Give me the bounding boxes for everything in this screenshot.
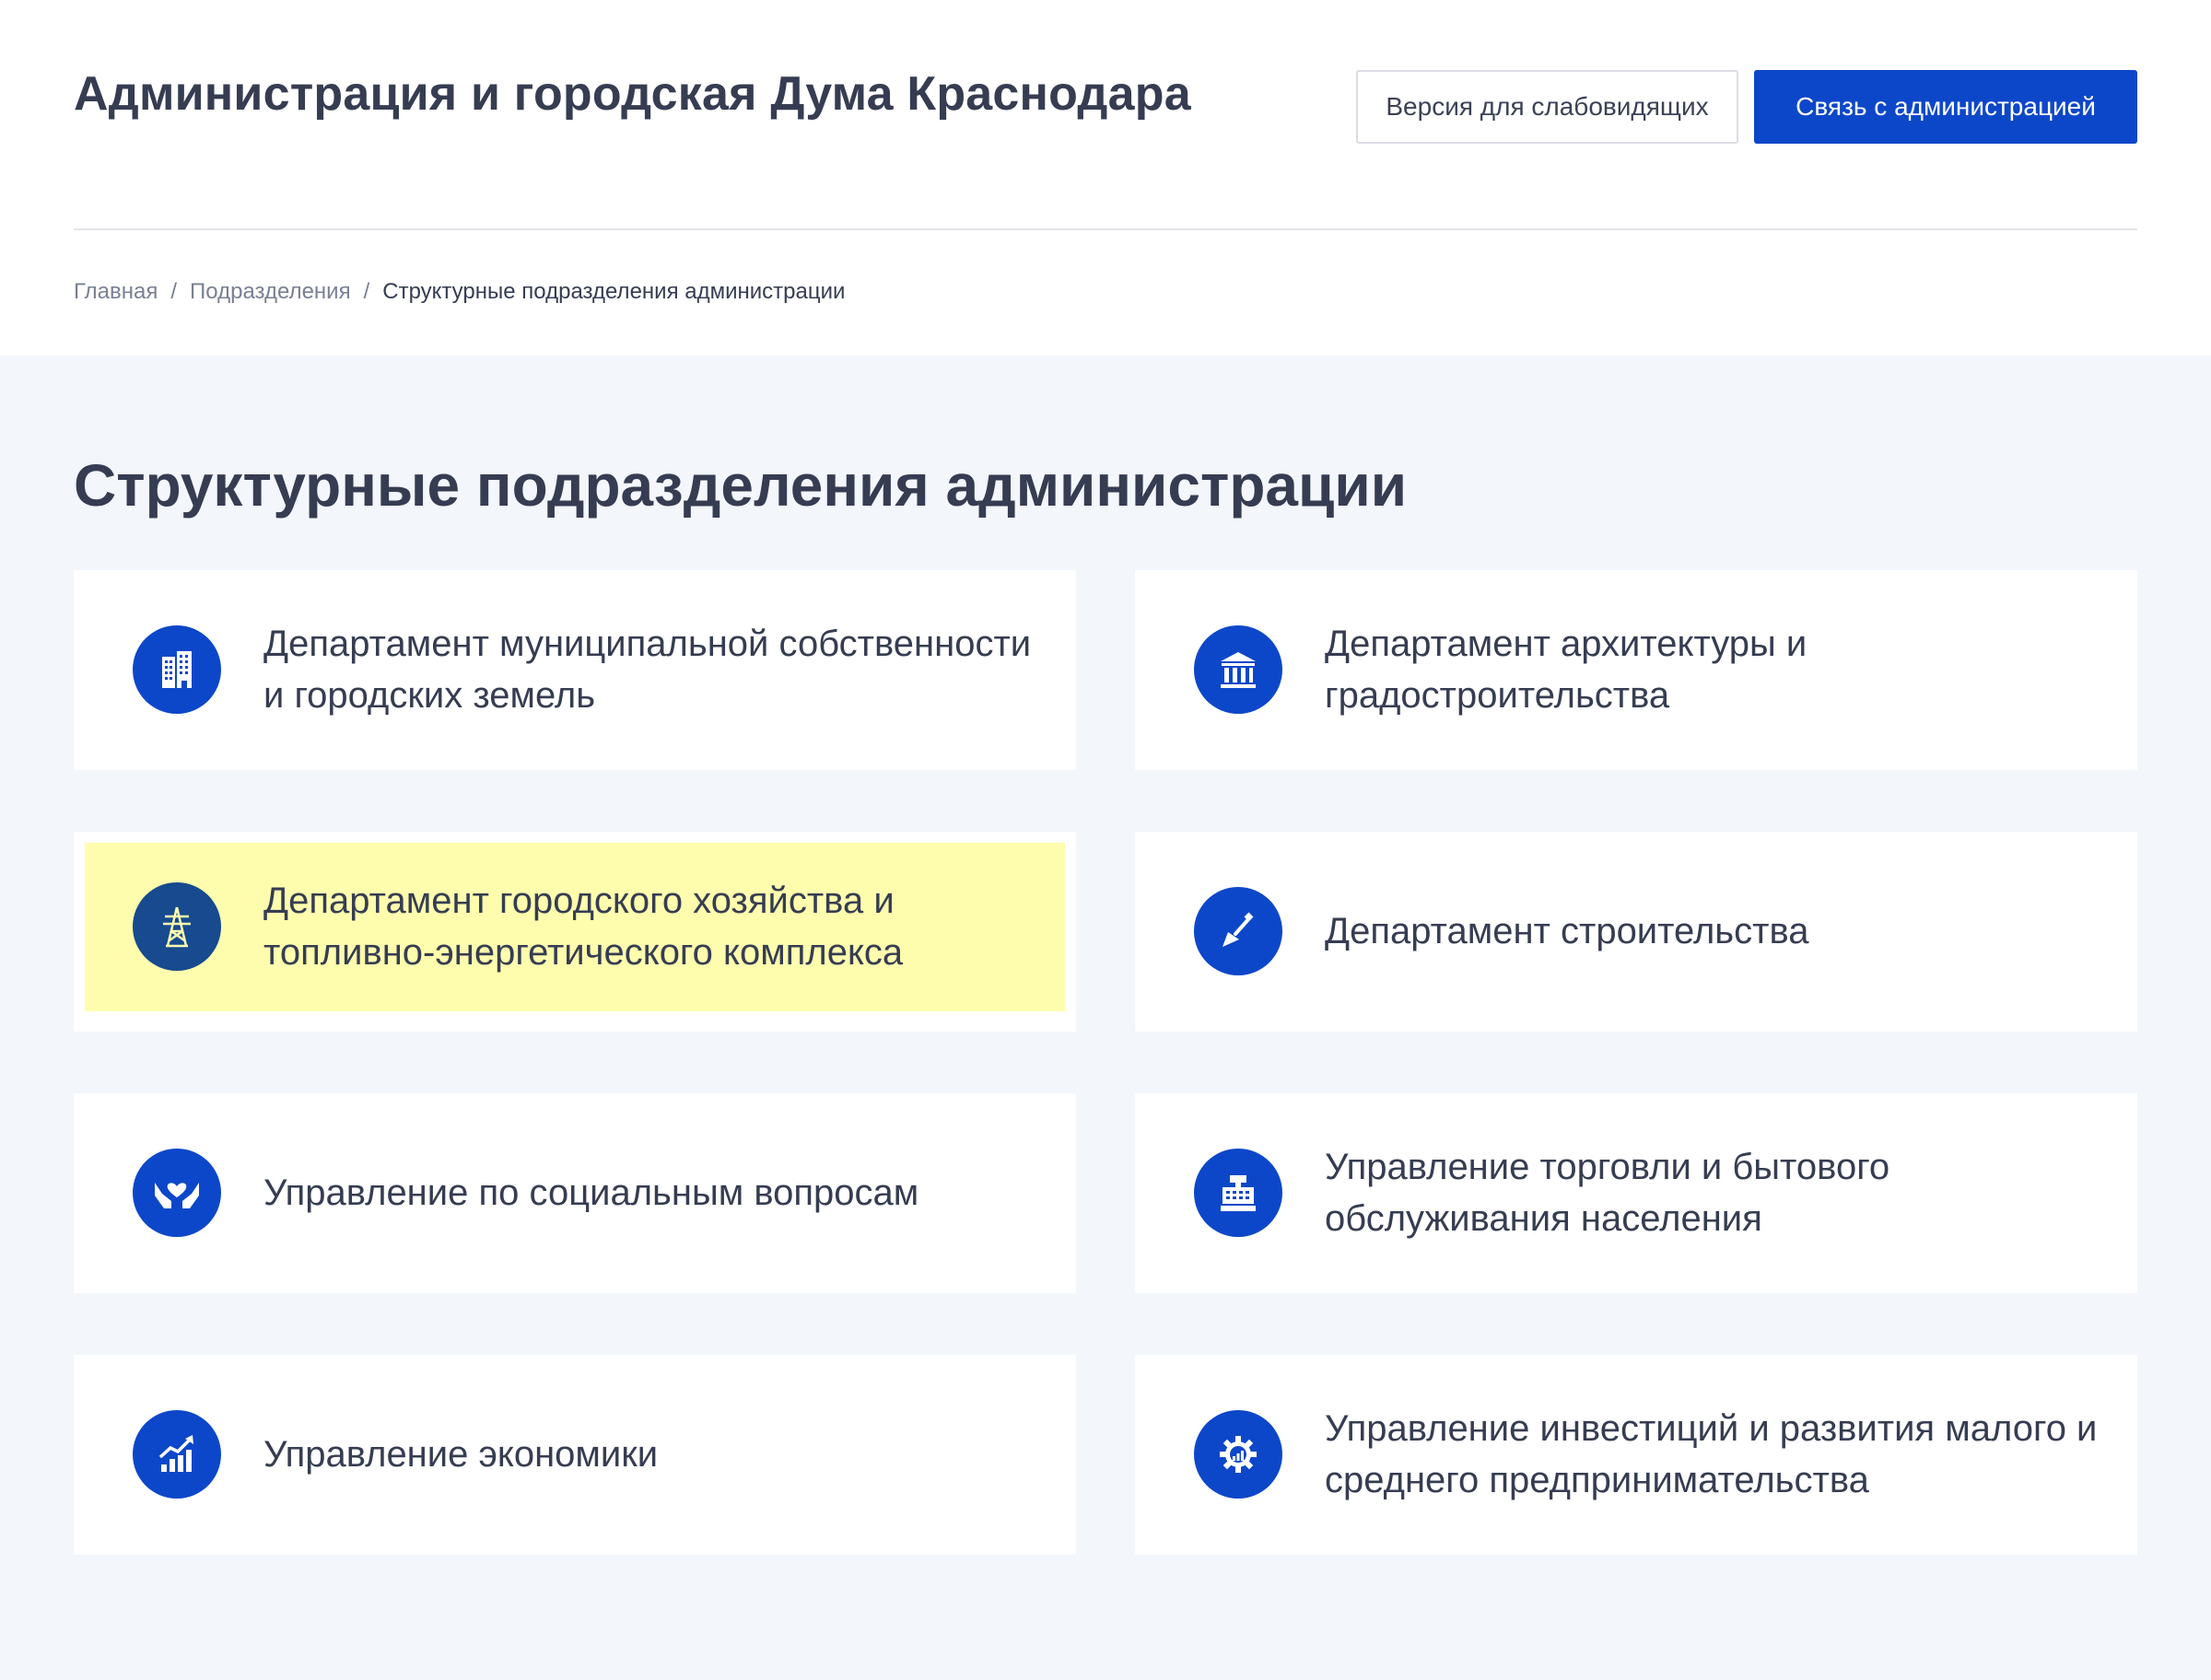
trowel-icon bbox=[1194, 887, 1282, 975]
buildings-icon bbox=[133, 625, 221, 714]
card-label: Управление инвестиций и развития малого … bbox=[1325, 1408, 2098, 1500]
header-divider bbox=[74, 228, 2137, 230]
breadcrumb-divisions-link[interactable]: Подразделения bbox=[190, 279, 351, 305]
caring-hands-icon bbox=[133, 1149, 221, 1237]
breadcrumb-separator: / bbox=[170, 279, 178, 304]
department-card[interactable]: Управление экономики bbox=[74, 1355, 1076, 1555]
gear-chart-icon bbox=[1194, 1410, 1282, 1499]
low-vision-button[interactable]: Версия для слабовидящих bbox=[1356, 70, 1738, 144]
columns-building-icon bbox=[1194, 625, 1282, 714]
contact-administration-button[interactable]: Связь с администрацией bbox=[1754, 70, 2137, 144]
department-card[interactable]: Управление торговли и бытового обслужива… bbox=[1135, 1093, 2137, 1293]
card-label: Управление экономики bbox=[263, 1434, 659, 1475]
cash-register-icon bbox=[1194, 1149, 1282, 1237]
site-title[interactable]: Администрация и городская Дума Краснодар… bbox=[74, 66, 1191, 122]
card-label: Департамент строительства bbox=[1325, 911, 1809, 951]
header: Администрация и городская Дума Краснодар… bbox=[0, 0, 2211, 356]
growth-chart-icon bbox=[133, 1410, 221, 1499]
card-label: Департамент городского хозяйства и топли… bbox=[263, 881, 904, 973]
breadcrumb-separator: / bbox=[363, 279, 370, 304]
breadcrumb: Главная / Подразделения / Структурные по… bbox=[74, 279, 845, 305]
department-card[interactable]: Департамент архитектуры и градостроитель… bbox=[1135, 570, 2137, 770]
department-card[interactable]: Департамент строительства bbox=[1135, 832, 2137, 1032]
page-title: Структурные подразделения администрации bbox=[74, 452, 1408, 519]
card-label: Департамент муниципальной собственности … bbox=[263, 624, 1032, 716]
card-label: Департамент архитектуры и градостроитель… bbox=[1325, 624, 1807, 716]
power-tower-icon bbox=[133, 882, 221, 971]
breadcrumb-current: Структурные подразделения администрации bbox=[382, 279, 846, 304]
card-label: Управление по социальным вопросам bbox=[263, 1172, 919, 1213]
department-card[interactable]: Управление по социальным вопросам bbox=[74, 1093, 1076, 1293]
card-label: Управление торговли и бытового обслужива… bbox=[1325, 1147, 1890, 1239]
breadcrumb-home-link[interactable]: Главная bbox=[74, 279, 158, 305]
department-card[interactable]: Департамент муниципальной собственности … bbox=[74, 570, 1076, 770]
department-card[interactable]: Управление инвестиций и развития малого … bbox=[1135, 1355, 2137, 1555]
department-card[interactable]: Департамент городского хозяйства и топли… bbox=[74, 832, 1076, 1032]
